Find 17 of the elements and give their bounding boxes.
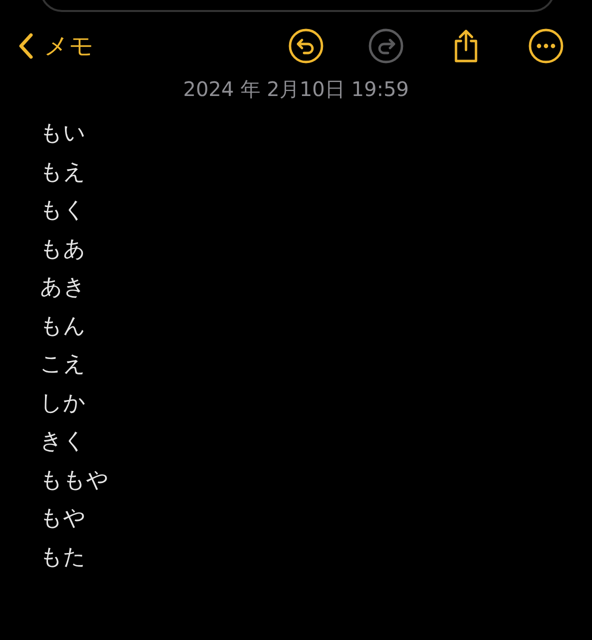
note-line: もた: [40, 544, 87, 572]
note-line: もあ: [40, 236, 87, 264]
back-chevron-icon: [18, 32, 34, 60]
note-line: しか: [40, 390, 87, 418]
more-icon[interactable]: [528, 28, 564, 64]
note-line: あき: [40, 274, 87, 302]
note-line: もや: [40, 505, 87, 533]
back-button[interactable]: メモ: [18, 30, 94, 62]
note-line: もい: [40, 120, 87, 148]
note-line: こえ: [40, 351, 87, 379]
note-line: ももや: [40, 466, 110, 494]
note-line: もく: [40, 197, 87, 225]
note-line: もん: [40, 312, 87, 340]
note-line: きく: [40, 428, 87, 456]
undo-icon[interactable]: [288, 28, 324, 64]
note-date: 2024 年 2月10日 19:59: [182, 76, 410, 103]
note-line: もえ: [40, 158, 87, 186]
